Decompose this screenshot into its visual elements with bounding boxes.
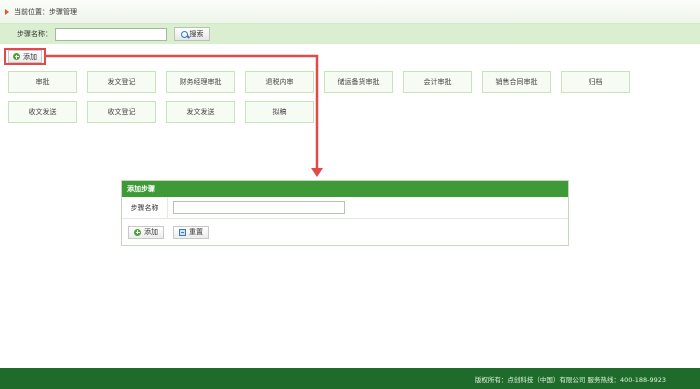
dialog-reset-label: 重置 — [189, 228, 203, 236]
step-item[interactable]: 收文发送 — [8, 101, 77, 123]
add-button-label: 添加 — [23, 52, 37, 61]
step-item[interactable]: 会计审批 — [403, 71, 472, 93]
dialog-reset-button[interactable]: 重置 — [173, 225, 209, 239]
search-icon — [180, 30, 188, 38]
dialog-add-label: 添加 — [144, 228, 158, 236]
step-item[interactable]: 财务经理审批 — [166, 71, 235, 93]
step-item[interactable]: 归档 — [561, 71, 630, 93]
breadcrumb-text: 当前位置：步骤管理 — [14, 7, 77, 16]
dialog-actions: 添加 重置 — [122, 219, 568, 245]
breadcrumb: 当前位置：步骤管理 — [0, 0, 700, 24]
step-item[interactable]: 审批 — [8, 71, 77, 93]
search-input[interactable] — [55, 27, 167, 41]
plus-icon — [13, 53, 20, 60]
search-button[interactable]: 搜索 — [174, 27, 210, 41]
breadcrumb-arrow-icon — [5, 8, 9, 15]
footer: 版权所有：点创科技（中国）有限公司 服务热线：400-188-9923 — [0, 368, 700, 389]
search-label: 步骤名称： — [17, 30, 52, 38]
dialog-field-row: 步骤名称 — [122, 197, 568, 219]
page-root: 当前位置：步骤管理 步骤名称： 搜索 添加 审批 发文登记 财务经理审批 退税内… — [0, 0, 700, 389]
step-item[interactable]: 发文发送 — [166, 101, 235, 123]
footer-text: 版权所有：点创科技（中国）有限公司 服务热线：400-188-9923 — [474, 375, 666, 384]
add-step-dialog: 添加步骤 步骤名称 添加 重置 — [121, 180, 569, 246]
step-item[interactable]: 储运备货审批 — [324, 71, 393, 93]
step-item[interactable]: 退税内审 — [245, 71, 314, 93]
dialog-title: 添加步骤 — [122, 181, 568, 197]
step-item[interactable]: 收文登记 — [87, 101, 156, 123]
step-list: 审批 发文登记 财务经理审批 退税内审 储运备货审批 会计审批 销售合同审批 归… — [8, 71, 638, 123]
reset-icon — [179, 228, 186, 236]
step-name-label: 步骤名称 — [122, 197, 168, 218]
dialog-add-button[interactable]: 添加 — [128, 225, 164, 239]
search-button-label: 搜索 — [189, 30, 204, 38]
step-item[interactable]: 发文登记 — [87, 71, 156, 93]
step-item[interactable]: 销售合同审批 — [482, 71, 551, 93]
arrow-head — [311, 168, 323, 177]
step-name-input[interactable] — [173, 201, 345, 214]
plus-icon — [134, 228, 141, 236]
add-step-button[interactable]: 添加 — [8, 50, 42, 63]
step-item[interactable]: 拟稿 — [245, 101, 314, 123]
search-bar: 步骤名称： 搜索 — [0, 24, 700, 44]
